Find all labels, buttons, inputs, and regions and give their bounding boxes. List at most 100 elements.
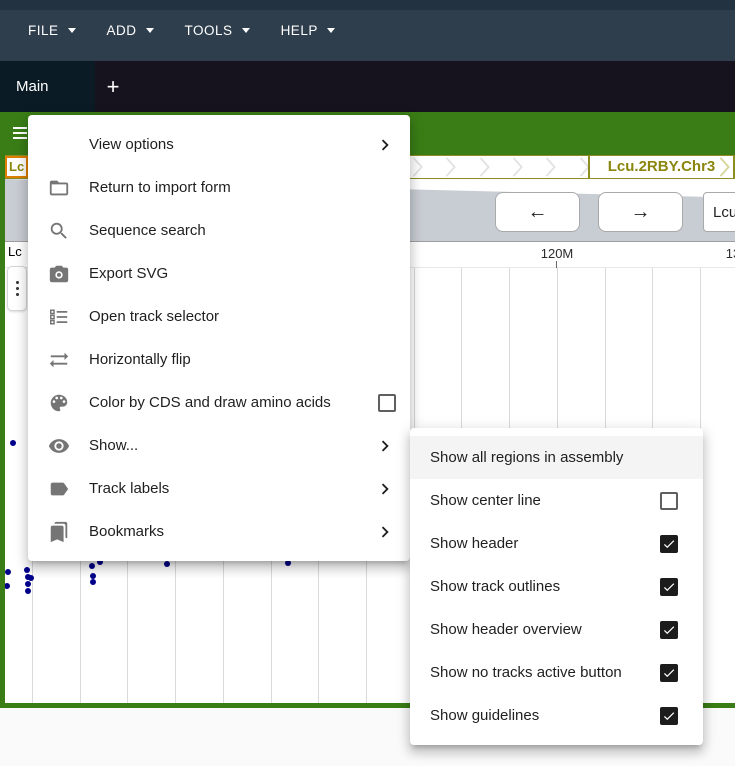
- cds-checkbox-unchecked[interactable]: [378, 393, 396, 412]
- menubar-tools-label: TOOLS: [184, 23, 233, 38]
- jbrowse-app: FILE ADD TOOLS HELP Main + Lc Lcu.2RBY.Chr3: [0, 0, 735, 766]
- submenu-item-show-no-tracks-active-button[interactable]: Show no tracks active button: [410, 651, 703, 694]
- bookmark-icon: [47, 520, 71, 544]
- menu-item-view-options[interactable]: View options: [28, 123, 410, 166]
- add-tab-button[interactable]: +: [98, 61, 128, 112]
- feature-dot: [90, 579, 96, 585]
- ruler-tick-label-clipped: 130M: [725, 246, 735, 261]
- chevron-right-icon: [374, 478, 396, 500]
- ruler-tick-label: 120M: [540, 246, 574, 261]
- menu-item-track-labels[interactable]: Track labels: [28, 467, 410, 510]
- checkbox-checked[interactable]: [660, 706, 678, 725]
- right-arrow-icon: →: [630, 200, 651, 223]
- menu-item-color-by-cds-and-draw-amino-acids[interactable]: Color by CDS and draw amino acids: [28, 381, 410, 424]
- caret-down-icon: [67, 28, 76, 33]
- menu-item-label: Horizontally flip: [89, 351, 191, 368]
- region-chevron-icon: [719, 157, 730, 177]
- feature-dot: [24, 567, 30, 573]
- menu-item-open-track-selector[interactable]: Open track selector: [28, 295, 410, 338]
- chevron-right-icon: [374, 521, 396, 543]
- submenu-item-label: Show header: [430, 535, 519, 552]
- menu-item-show[interactable]: Show...: [28, 424, 410, 467]
- menu-item-label: Return to import form: [89, 179, 231, 196]
- feature-dot: [164, 561, 170, 567]
- feature-dot: [25, 581, 31, 587]
- view-menu: View options Return to import form Sequenc…: [28, 115, 410, 561]
- submenu-item-show-header[interactable]: Show header: [410, 522, 703, 565]
- view-menu-icon[interactable]: [13, 127, 27, 139]
- tab-main[interactable]: Main: [0, 61, 95, 112]
- search-icon: [47, 219, 71, 243]
- submenu-item-show-guidelines[interactable]: Show guidelines: [410, 694, 703, 737]
- menu-item-label: Export SVG: [89, 265, 169, 282]
- session-tab-bar: Main +: [0, 61, 735, 112]
- location-search-value: Lcu: [713, 203, 735, 221]
- pan-left-button[interactable]: ←: [495, 192, 580, 232]
- submenu-item-label: Show center line: [430, 492, 541, 509]
- menubar-file[interactable]: FILE: [28, 23, 76, 38]
- camera-icon: [47, 262, 71, 286]
- folder-icon: [47, 176, 71, 200]
- app-menubar: FILE ADD TOOLS HELP: [0, 0, 735, 61]
- label-icon: [47, 477, 71, 501]
- submenu-item-show-track-outlines[interactable]: Show track outlines: [410, 565, 703, 608]
- checkbox-checked[interactable]: [660, 663, 678, 682]
- submenu-item-show-all-regions-in-assembly[interactable]: Show all regions in assembly: [410, 436, 703, 479]
- submenu-item-show-center-line[interactable]: Show center line: [410, 479, 703, 522]
- left-arrow-icon: ←: [527, 200, 548, 223]
- menubar-add[interactable]: ADD: [107, 23, 154, 38]
- ruler-tick-mark: [556, 261, 557, 268]
- menubar-help[interactable]: HELP: [281, 23, 335, 38]
- menu-item-label: Bookmarks: [89, 523, 165, 540]
- caret-down-icon: [326, 28, 335, 33]
- feature-dot: [89, 563, 95, 569]
- overview-region-label: Lcu.2RBY.Chr3: [607, 158, 716, 175]
- palette-icon: [47, 391, 71, 415]
- menubar-tools[interactable]: TOOLS: [185, 23, 250, 38]
- feature-dot: [25, 588, 31, 594]
- menu-item-label: Show...: [89, 437, 139, 454]
- flip-icon: [47, 348, 71, 372]
- menu-item-bookmarks[interactable]: Bookmarks: [28, 510, 410, 553]
- show-submenu: Show all regions in assembly Show center …: [410, 428, 703, 745]
- submenu-item-label: Show header overview: [430, 621, 582, 638]
- track-label: Lc: [8, 244, 22, 259]
- menu-item-sequence-search[interactable]: Sequence search: [28, 209, 410, 252]
- feature-dot: [5, 583, 10, 589]
- menu-item-label: Open track selector: [89, 308, 220, 325]
- track-selector-icon: [47, 305, 71, 329]
- checkbox-unchecked[interactable]: [660, 491, 678, 510]
- caret-down-icon: [241, 28, 250, 33]
- menubar-help-label: HELP: [280, 23, 318, 38]
- submenu-item-label: Show guidelines: [430, 707, 540, 724]
- menu-item-label: Sequence search: [89, 222, 206, 239]
- caret-down-icon: [145, 28, 154, 33]
- overview-selected-region[interactable]: Lc: [5, 156, 28, 178]
- menu-item-icon-empty: [47, 133, 71, 157]
- menu-item-label: View options: [89, 136, 174, 153]
- checkbox-checked[interactable]: [660, 534, 678, 553]
- chevron-right-icon: [374, 435, 396, 457]
- menu-item-return-to-import-form[interactable]: Return to import form: [28, 166, 410, 209]
- feature-dot: [5, 569, 11, 575]
- overview-region-chr3[interactable]: Lcu.2RBY.Chr3: [588, 156, 735, 178]
- pan-right-button[interactable]: →: [598, 192, 683, 232]
- checkbox-checked[interactable]: [660, 577, 678, 596]
- track-menu-button[interactable]: [7, 266, 27, 311]
- location-search-input[interactable]: Lcu: [703, 192, 735, 232]
- menubar-add-label: ADD: [106, 23, 137, 38]
- menu-item-horizontally-flip[interactable]: Horizontally flip: [28, 338, 410, 381]
- submenu-item-show-header-overview[interactable]: Show header overview: [410, 608, 703, 651]
- submenu-item-label: Show all regions in assembly: [430, 449, 624, 466]
- submenu-item-label: Show track outlines: [430, 578, 561, 595]
- menu-item-export-svg[interactable]: Export SVG: [28, 252, 410, 295]
- menu-item-label: Track labels: [89, 480, 170, 497]
- eye-icon: [47, 434, 71, 458]
- feature-dot: [10, 440, 16, 446]
- tab-main-label: Main: [16, 78, 49, 95]
- chevron-right-icon: [374, 134, 396, 156]
- checkbox-checked[interactable]: [660, 620, 678, 639]
- submenu-item-label: Show no tracks active button: [430, 664, 622, 681]
- menubar-file-label: FILE: [28, 23, 59, 38]
- menu-item-label: Color by CDS and draw amino acids: [89, 394, 331, 411]
